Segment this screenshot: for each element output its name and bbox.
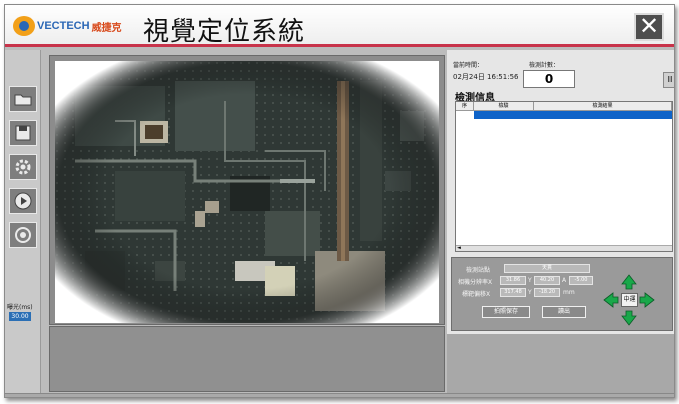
table-row-selected[interactable] xyxy=(474,111,672,119)
right-panel: 當前時間： 檢測計數： 02月24日 16:51:56 0 II 檢測信息 序 … xyxy=(447,50,674,395)
offset-y-field[interactable]: -18.20 xyxy=(534,288,560,297)
arrow-down-icon[interactable] xyxy=(621,310,637,326)
camera-feed[interactable] xyxy=(55,61,439,323)
arrow-right-icon[interactable] xyxy=(639,292,655,308)
left-toolbar: 曝光(ms) 30.00 xyxy=(5,50,41,395)
run-button[interactable] xyxy=(9,188,37,214)
gear-icon xyxy=(15,159,31,175)
time-value: 02月24日 16:51:56 xyxy=(453,73,519,81)
close-button[interactable]: ✕ xyxy=(634,13,664,41)
capture-save-button[interactable]: 拍照保存 xyxy=(482,306,530,318)
resolution-label: 相機分辨率X xyxy=(458,279,493,286)
save-icon xyxy=(15,125,31,141)
offset-unit: mm xyxy=(563,289,575,296)
resolution-y-label: Y xyxy=(528,277,532,284)
status-bar xyxy=(5,393,674,397)
exposure-label: 曝光(ms) xyxy=(7,304,33,311)
save-button[interactable] xyxy=(9,120,37,146)
table-header: 序 檢驗 檢測結果 xyxy=(456,102,672,111)
resolution-a-label: A xyxy=(562,277,567,284)
logo-mark-icon xyxy=(13,16,35,36)
offset-x-field[interactable]: 317.48 xyxy=(500,288,526,297)
column-inspection: 檢驗 xyxy=(474,102,534,110)
company-logo: VECTECH 威捷克 xyxy=(13,16,122,36)
title-bar: VECTECH 威捷克 視覺定位系統 ✕ xyxy=(5,5,674,47)
right-bottom-area xyxy=(447,334,674,395)
logo-text: VECTECH xyxy=(37,20,90,32)
exposure-value[interactable]: 30.00 xyxy=(9,312,31,321)
count-caption: 檢測計數： xyxy=(529,62,560,69)
target-icon xyxy=(15,227,31,243)
horizontal-scrollbar[interactable]: ◄ xyxy=(456,245,672,251)
camera-info-area xyxy=(49,326,445,392)
offset-label: 標靶偏移X xyxy=(462,291,491,298)
play-icon xyxy=(14,192,32,210)
app-title: 視覺定位系統 xyxy=(143,17,306,47)
column-result: 檢測結果 xyxy=(534,102,672,110)
logo-text-cn: 威捷克 xyxy=(91,22,122,34)
resolution-a-field[interactable]: -5.00 xyxy=(569,276,593,285)
control-panel: 檢測站點 天貫 相機分辨率X 31.86 Y 40.20 A -5.00 標靶偏… xyxy=(451,257,673,331)
arrow-up-icon[interactable] xyxy=(621,274,637,290)
app-window: VECTECH 威捷克 視覺定位系統 ✕ 曝光(ms) 30.00 當前時間： … xyxy=(4,4,675,398)
capture-field[interactable]: 天貫 xyxy=(504,264,590,273)
folder-icon xyxy=(14,94,32,106)
pcb-camera-image xyxy=(55,61,439,323)
column-index: 序 xyxy=(456,102,474,110)
arrow-left-icon[interactable] xyxy=(603,292,619,308)
count-value: 0 xyxy=(523,70,575,88)
open-folder-button[interactable] xyxy=(9,86,37,112)
calibrate-button[interactable] xyxy=(9,222,37,248)
camera-view-frame xyxy=(49,55,445,325)
capture-label: 檢測站點 xyxy=(466,267,491,274)
settings-button[interactable] xyxy=(9,154,37,180)
resolution-y-field[interactable]: 40.20 xyxy=(534,276,560,285)
offset-y-label: Y xyxy=(528,289,532,296)
pause-button[interactable]: II xyxy=(663,72,674,88)
detection-table: 序 檢驗 檢測結果 ◄ xyxy=(455,101,673,252)
time-caption: 當前時間： xyxy=(453,62,484,69)
resolution-x-field[interactable]: 31.86 xyxy=(500,276,526,285)
read-button[interactable]: 讀出 xyxy=(542,306,586,318)
center-button[interactable]: 中運 xyxy=(621,293,638,307)
